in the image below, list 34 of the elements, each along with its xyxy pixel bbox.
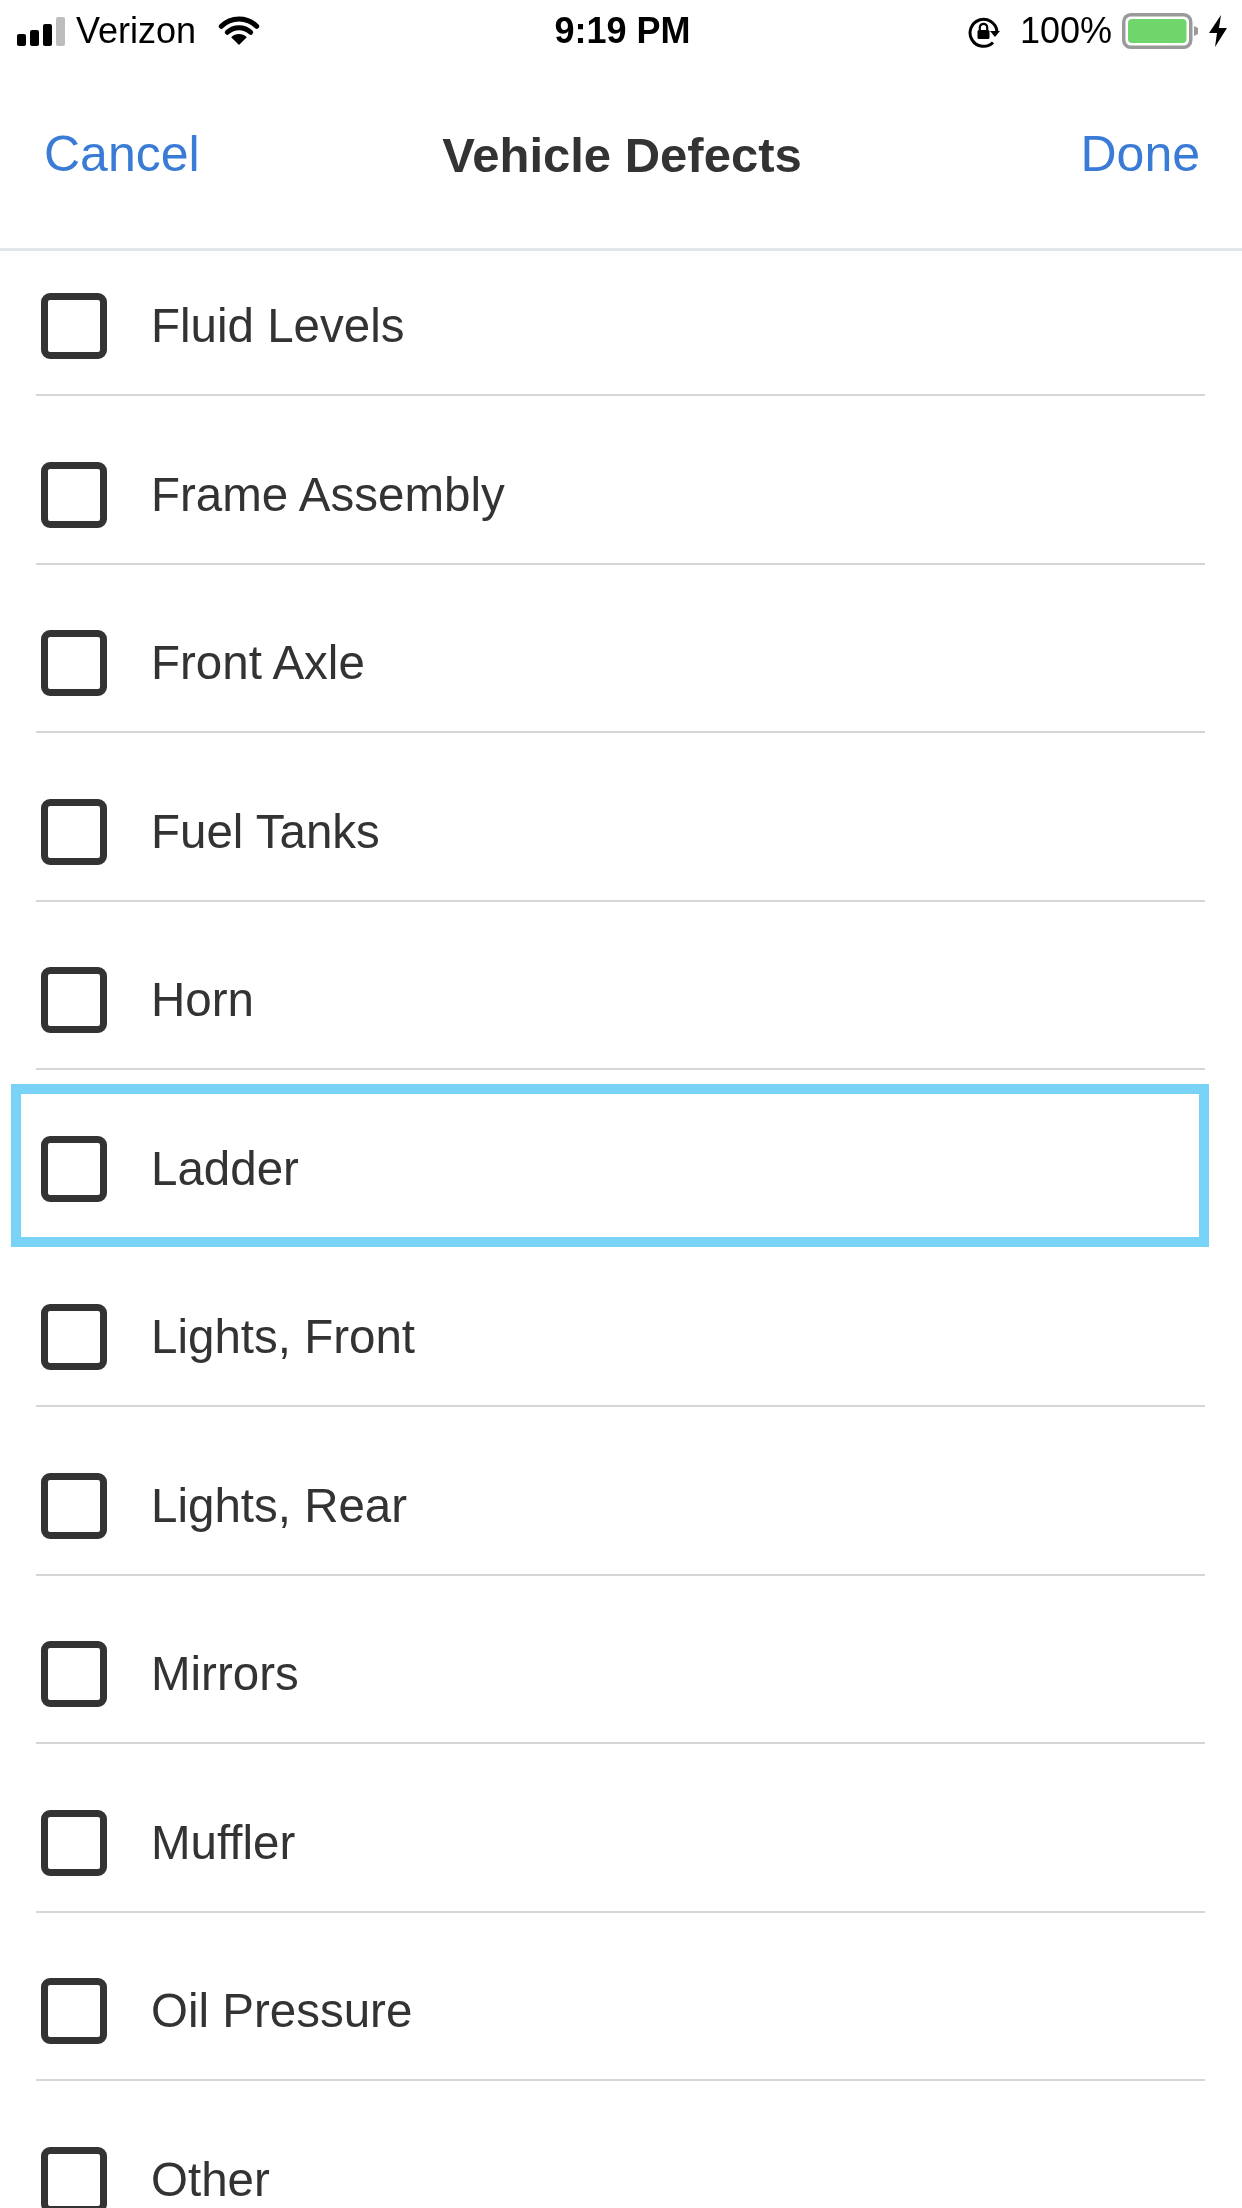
checkbox[interactable] [41, 1135, 107, 1202]
item-label: Muffler [151, 1818, 296, 1867]
done-button[interactable]: Done [1080, 126, 1200, 184]
item-label: Oil Pressure [151, 1987, 413, 2035]
checkbox[interactable] [41, 1809, 107, 1876]
checkbox[interactable] [41, 461, 107, 528]
checkbox[interactable] [41, 1641, 107, 1707]
item-label: Horn [151, 976, 254, 1024]
item-label: Other [151, 2155, 270, 2204]
carrier-name: Verizon [76, 11, 197, 51]
checkbox[interactable] [41, 798, 107, 865]
item-label: Frame Assembly [151, 470, 505, 519]
item-label: Lights, Rear [151, 1481, 408, 1530]
checkbox[interactable] [41, 1472, 107, 1539]
screen-title: Vehicle Defects [442, 126, 802, 184]
item-label: Lights, Front [151, 1313, 415, 1361]
checkbox[interactable] [41, 967, 107, 1033]
checkbox[interactable] [41, 1978, 107, 2044]
checkbox[interactable] [41, 1304, 107, 1370]
item-label: Fuel Tanks [151, 807, 380, 856]
cancel-button[interactable]: Cancel [44, 126, 200, 184]
wifi-icon [218, 16, 261, 46]
item-label: Fluid Levels [151, 302, 405, 350]
signal-icon [17, 16, 65, 46]
checkbox[interactable] [41, 293, 107, 359]
battery-percent: 100% [1019, 11, 1112, 51]
charging-bolt-icon [1208, 15, 1228, 47]
item-label: Mirrors [151, 1650, 299, 1698]
item-label: Front Axle [151, 639, 365, 687]
battery-icon [1122, 13, 1198, 49]
status-time: 9:19 PM [554, 11, 691, 51]
item-label: Ladder [151, 1144, 299, 1193]
checkbox[interactable] [41, 630, 107, 696]
checkbox[interactable] [41, 2146, 107, 2208]
